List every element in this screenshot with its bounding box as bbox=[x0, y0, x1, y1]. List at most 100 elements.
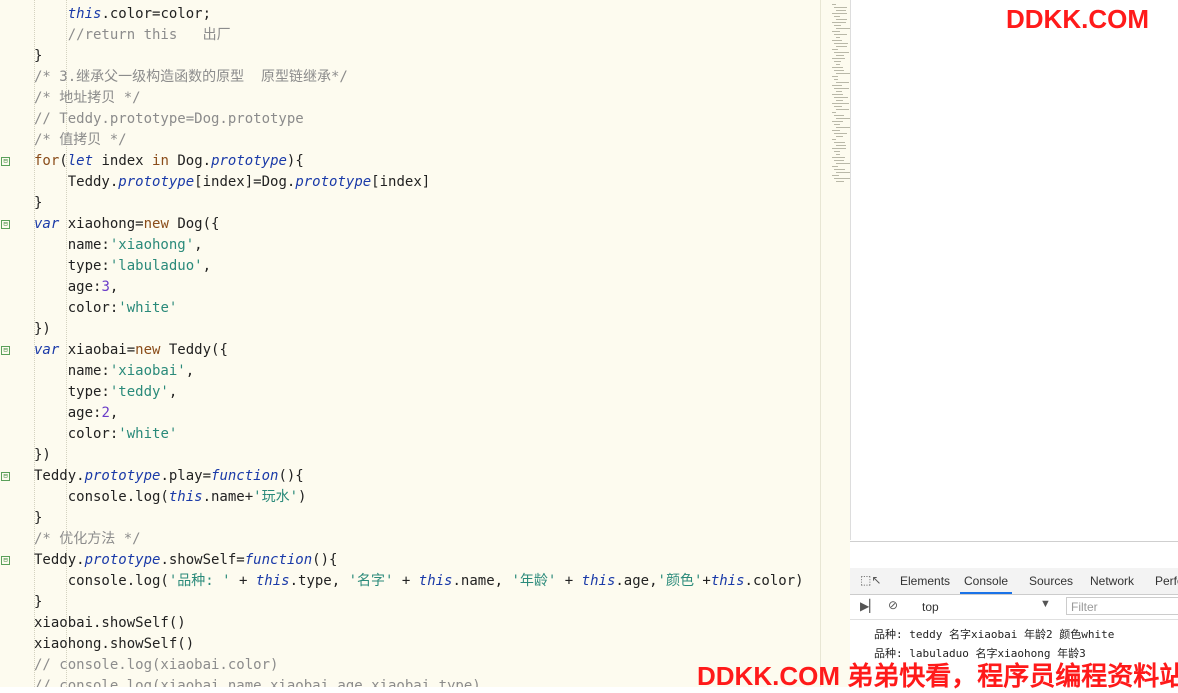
tab-elements[interactable]: Elements bbox=[900, 568, 950, 594]
code-line[interactable]: /* 地址拷贝 */ bbox=[34, 88, 804, 109]
sidebar-toggle-icon[interactable]: ▶▏ bbox=[860, 599, 878, 613]
code-token: new bbox=[135, 342, 161, 358]
minimap-line bbox=[836, 28, 850, 29]
code-line[interactable]: this.color=color; bbox=[34, 4, 804, 25]
code-token: .color) bbox=[744, 573, 804, 589]
code-line[interactable]: /* 优化方法 */ bbox=[34, 529, 804, 550]
minimap-line bbox=[834, 124, 840, 125]
code-line[interactable]: }) bbox=[34, 445, 804, 466]
code-line[interactable]: color:'white' bbox=[34, 298, 804, 319]
code-token: console.log( bbox=[34, 573, 169, 589]
code-token: type: bbox=[34, 258, 110, 274]
minimap-line bbox=[834, 178, 850, 179]
fold-toggle-icon[interactable]: ⊟ bbox=[1, 346, 10, 355]
code-line[interactable]: /* 值拷贝 */ bbox=[34, 130, 804, 151]
code-line[interactable]: } bbox=[34, 592, 804, 613]
code-line[interactable]: Teddy.prototype.play=function(){ bbox=[34, 466, 804, 487]
minimap-line bbox=[832, 13, 848, 14]
code-line[interactable]: Teddy.prototype[index]=Dog.prototype[ind… bbox=[34, 172, 804, 193]
code-line[interactable]: var xiaobai=new Teddy({ bbox=[34, 340, 804, 361]
minimap-line bbox=[834, 7, 847, 8]
code-token: xiaohong= bbox=[59, 216, 144, 232]
tab-performance[interactable]: Perfo bbox=[1155, 568, 1178, 594]
code-line[interactable]: for(let index in Dog.prototype){ bbox=[34, 151, 804, 172]
code-line[interactable]: } bbox=[34, 193, 804, 214]
code-line[interactable]: xiaohong.showSelf() bbox=[34, 634, 804, 655]
code-line[interactable]: xiaobai.showSelf() bbox=[34, 613, 804, 634]
code-line[interactable]: // console.log(xiaobai.color) bbox=[34, 655, 804, 676]
code-token: '品种: ' bbox=[168, 573, 231, 589]
code-line[interactable]: type:'labuladuo', bbox=[34, 256, 804, 277]
code-token: Dog. bbox=[168, 153, 212, 169]
code-token: Teddy. bbox=[34, 552, 85, 568]
code-line[interactable]: var xiaohong=new Dog({ bbox=[34, 214, 804, 235]
code-token: , bbox=[202, 258, 212, 274]
code-token: name: bbox=[34, 237, 110, 253]
code-token: } bbox=[34, 48, 43, 64]
tab-network[interactable]: Network bbox=[1090, 568, 1134, 594]
code-line[interactable]: /* 3.继承父一级构造函数的原型 原型链继承*/ bbox=[34, 67, 804, 88]
tab-sources[interactable]: Sources bbox=[1029, 568, 1073, 594]
code-line[interactable]: // Teddy.prototype=Dog.prototype bbox=[34, 109, 804, 130]
code-line[interactable]: color:'white' bbox=[34, 424, 804, 445]
code-token: var bbox=[34, 342, 60, 358]
code-token: '颜色' bbox=[657, 573, 703, 589]
minimap[interactable] bbox=[820, 0, 850, 200]
chevron-down-icon[interactable]: ▼ bbox=[1040, 598, 1051, 610]
minimap-line bbox=[834, 79, 839, 80]
code-token: + bbox=[393, 573, 419, 589]
code-lines[interactable]: this.color=color; //return this 出厂} /* 3.… bbox=[34, 4, 804, 687]
clear-console-icon[interactable]: ⊘ bbox=[888, 598, 898, 612]
code-line[interactable]: age:3, bbox=[34, 277, 804, 298]
code-token: this bbox=[581, 573, 616, 589]
code-token: , bbox=[194, 237, 203, 253]
code-token: prototype bbox=[84, 468, 161, 484]
context-selector[interactable]: top bbox=[922, 600, 939, 614]
minimap-line bbox=[832, 58, 845, 59]
devtools-tab-bar: ⬚↖ Elements Console Sources Network Perf… bbox=[850, 568, 1178, 595]
code-token: .name, bbox=[452, 573, 512, 589]
code-token: // Teddy.prototype=Dog.prototype bbox=[34, 111, 304, 127]
minimap-line bbox=[834, 151, 840, 152]
minimap-line bbox=[834, 133, 847, 134]
code-token: /* 值拷贝 */ bbox=[34, 132, 127, 148]
code-token: Teddy({ bbox=[160, 342, 228, 358]
code-token: , bbox=[109, 279, 119, 295]
minimap-line bbox=[832, 112, 837, 113]
code-line[interactable]: age:2, bbox=[34, 403, 804, 424]
code-token: '玩水' bbox=[253, 489, 299, 505]
code-token: age: bbox=[34, 279, 102, 295]
minimap-line bbox=[832, 121, 844, 122]
tab-console[interactable]: Console bbox=[960, 568, 1013, 594]
code-line[interactable]: Teddy.prototype.showSelf=function(){ bbox=[34, 550, 804, 571]
code-token: xiaohong.showSelf() bbox=[34, 636, 195, 652]
code-line[interactable]: type:'teddy', bbox=[34, 382, 804, 403]
code-line[interactable]: //return this 出厂 bbox=[34, 25, 804, 46]
minimap-line bbox=[836, 136, 843, 137]
filter-input[interactable]: Filter bbox=[1066, 597, 1178, 615]
code-token: prototype bbox=[84, 552, 161, 568]
minimap-line bbox=[836, 163, 850, 164]
minimap-line bbox=[834, 70, 844, 71]
code-editor[interactable]: ⊟ ⊟ ⊟ ⊟ ⊟ this.color=color; //return this 出厂… bbox=[0, 0, 850, 687]
minimap-line bbox=[834, 16, 840, 17]
code-line[interactable]: console.log(this.name+'玩水') bbox=[34, 487, 804, 508]
fold-toggle-icon[interactable]: ⊟ bbox=[1, 220, 10, 229]
fold-toggle-icon[interactable]: ⊟ bbox=[1, 556, 10, 565]
code-line[interactable]: console.log('品种: ' + this.type, '名字' + t… bbox=[34, 571, 804, 592]
code-line[interactable]: // console.log(xiaobai.name,xiaobai.age,… bbox=[34, 676, 804, 687]
watermark-bottom: DDKK.COM 弟弟快看，程序员编程资料站 bbox=[697, 661, 1178, 691]
fold-toggle-icon[interactable]: ⊟ bbox=[1, 472, 10, 481]
code-line[interactable]: name:'xiaohong', bbox=[34, 235, 804, 256]
code-line[interactable]: } bbox=[34, 508, 804, 529]
code-token: }) bbox=[34, 321, 51, 337]
inspect-element-icon[interactable]: ⬚↖ bbox=[860, 573, 881, 587]
code-line[interactable]: }) bbox=[34, 319, 804, 340]
fold-toggle-icon[interactable]: ⊟ bbox=[1, 157, 10, 166]
console-toolbar: ▶▏ ⊘ top ▼ Filter bbox=[850, 595, 1178, 620]
code-line[interactable]: name:'xiaobai', bbox=[34, 361, 804, 382]
minimap-line bbox=[834, 160, 844, 161]
code-token: //return this 出厂 bbox=[67, 27, 231, 43]
code-token: for bbox=[34, 153, 60, 169]
code-line[interactable]: } bbox=[34, 46, 804, 67]
